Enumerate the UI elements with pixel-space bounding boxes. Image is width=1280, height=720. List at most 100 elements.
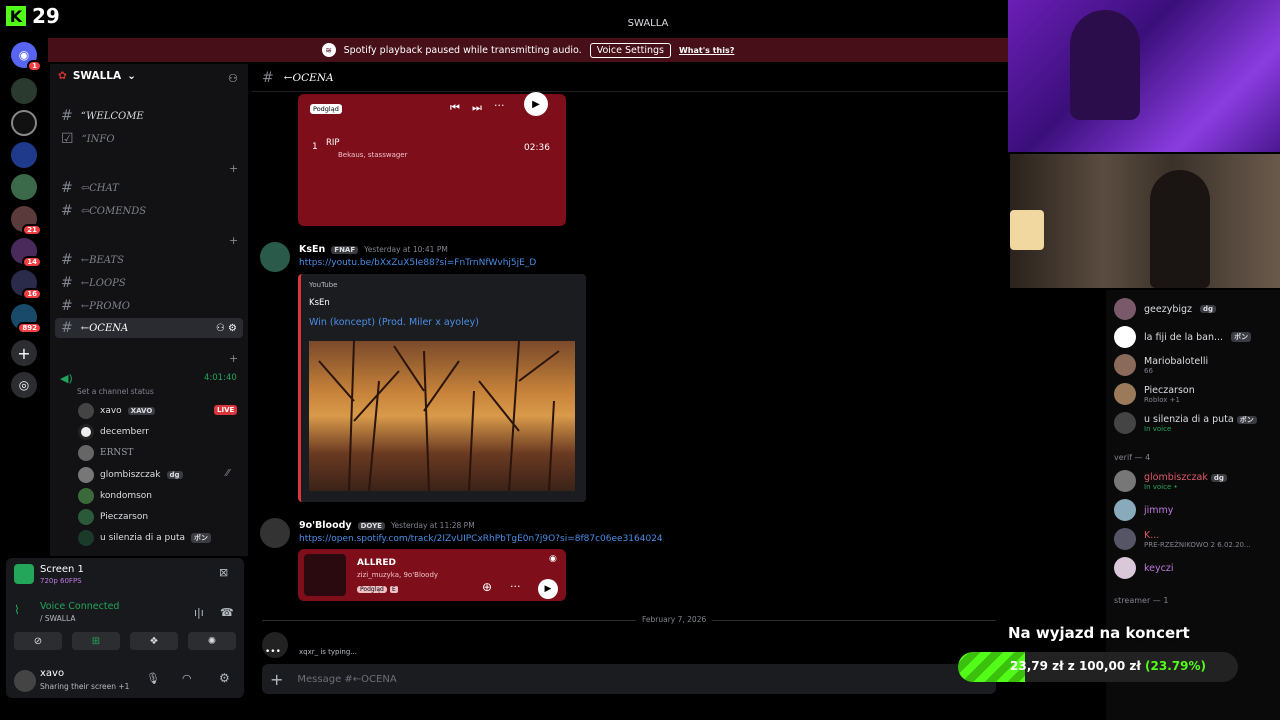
goal-current: 23,79 zł [1010,659,1064,673]
channel-status-prompt[interactable]: Set a channel status [77,387,154,396]
track-artists: Bekaus, stasswager [338,151,408,159]
screen-share-button[interactable]: ⊞ [72,632,120,650]
soundboard-button[interactable]: ✺ [188,632,236,650]
voice-settings-button[interactable]: Voice Settings [589,42,671,58]
hash-icon: # [61,252,73,268]
video-thumbnail[interactable] [309,340,575,492]
member-item[interactable]: keyczi [1114,557,1173,579]
composer-placeholder[interactable]: Message #←OCENA [297,674,396,685]
server-badge: 16 [22,288,42,300]
member-item[interactable]: glombiszczak dg In voice • [1114,470,1227,492]
add-to-library-icon[interactable]: ⊕ [482,580,492,594]
channel-promo[interactable]: # ←PROMO [55,296,243,316]
member-item[interactable]: geezybigz dg [1114,298,1217,320]
member-item[interactable]: jimmy [1114,499,1173,521]
attach-plus-icon[interactable]: + [270,670,283,689]
stop-stream-icon[interactable]: ⊠ [219,566,228,579]
voice-user-name: u silenzia di a puta [100,533,186,543]
channel-comends[interactable]: # ⇦COMENDS [55,201,243,221]
voice-connected-label[interactable]: Voice Connected [40,601,119,612]
voice-user[interactable]: kondomson [78,488,152,504]
voice-user-name: glombiszczak [100,470,161,480]
avatar[interactable] [260,242,290,272]
server-icon[interactable] [11,78,37,104]
add-channel-icon[interactable]: + [229,352,238,365]
voice-user[interactable]: ERNST [78,445,133,461]
server-header[interactable]: ✿ SWALLA ⌄ [58,70,136,82]
server-folder-icon[interactable] [11,174,37,200]
server-badge: 892 [17,322,42,334]
track-title[interactable]: RIP [326,138,340,148]
voice-user[interactable]: glombiszczak dg [78,467,183,483]
microphone-icon[interactable]: 🎙 [146,672,160,685]
avatar [78,509,94,525]
channel-welcome[interactable]: # “WELCOME [55,106,243,126]
avatar[interactable] [14,670,36,692]
voice-user[interactable]: decemberr [78,424,149,440]
noise-suppression-icon[interactable]: ı|ı [194,606,204,619]
message-link[interactable]: https://youtu.be/bXxZuX5Ie88?si=FnTrnNfW… [299,258,536,268]
camera-off-button[interactable]: ⊘ [14,632,62,650]
embed-author[interactable]: KsEn [309,298,330,308]
voice-user[interactable]: Pieczarson [78,509,148,525]
preview-badge: Podgląd [357,586,387,593]
play-button[interactable]: ▶ [524,92,548,116]
channel-beats[interactable]: # ←BEATS [55,250,243,270]
discord-home-icon[interactable]: ◉ 1 [11,42,42,72]
server-folder-icon[interactable]: 14 [11,238,42,268]
more-options-icon[interactable]: ··· [494,99,505,112]
member-item[interactable]: u silenzia di a puta ポン In voice [1114,412,1257,434]
server-icon[interactable] [11,142,37,168]
server-folder-icon[interactable]: 892 [11,304,42,334]
member-item[interactable]: la fiji de la ban... ポン [1114,326,1252,348]
voice-user[interactable]: u silenzia di a puta ポン [78,530,212,546]
add-channel-icon[interactable]: + [229,162,238,175]
play-button[interactable]: ▶ [538,579,558,599]
channel-loops[interactable]: # ←LOOPS [55,273,243,293]
chat-channel-name: ←OCENA [283,71,334,84]
add-server-icon[interactable]: + [11,340,37,366]
whats-this-link[interactable]: What's this? [679,46,734,55]
more-options-icon[interactable]: ··· [510,580,521,593]
member-activity: Roblox +1 [1144,395,1180,404]
next-track-icon[interactable]: ⏭ [472,101,482,115]
server-icon[interactable] [11,110,37,136]
settings-gear-icon[interactable]: ⚙ [219,671,230,685]
server-folder-icon[interactable]: 21 [11,206,42,236]
headphones-icon[interactable]: ◠ [182,672,192,685]
channel-ocena[interactable]: # ←OCENA ⚇ ⚙ [55,318,243,338]
avatar [78,530,94,546]
avatar [78,403,94,419]
server-icon: ✿ [58,70,67,82]
date-divider-line [262,620,996,621]
track-title[interactable]: ALLRED [357,558,396,568]
previous-track-icon[interactable]: ⏮ [450,101,460,115]
message-header: 9o'Bloody DOYE Yesterday at 11:28 PM [299,520,475,531]
activities-button[interactable]: ❖ [130,632,178,650]
voice-channel-icon[interactable]: ◀) [60,372,73,385]
invite-and-settings-icon[interactable]: ⚇ ⚙ [216,323,237,334]
discover-icon[interactable]: ◎ [11,372,37,398]
signal-icon[interactable]: ⌇ [14,603,20,617]
member-item[interactable]: Pieczarson Roblox +1 [1114,383,1195,405]
add-channel-icon[interactable]: + [229,234,238,247]
channel-chat[interactable]: # ⇦CHAT [55,178,243,198]
channel-name: ←LOOPS [80,277,126,289]
disconnect-icon[interactable]: ☎ [220,606,234,619]
member-name: u silenzia di a puta [1144,413,1234,425]
voice-user[interactable]: xavo XAVO [78,403,156,419]
server-folder-icon[interactable]: 16 [11,270,42,300]
member-item[interactable]: K... PRE-RZEŻNIKOWO 2 6.02.20... [1114,528,1251,550]
author-name[interactable]: KsEn [299,244,325,255]
add-member-icon[interactable]: ⚇ [228,72,238,85]
message-composer[interactable]: + Message #←OCENA [262,664,996,694]
author-name[interactable]: 9o'Bloody [299,520,352,531]
member-item[interactable]: Mariobalotelli 66 [1114,354,1208,376]
channel-name: ⇦CHAT [80,182,119,194]
message-link[interactable]: https://open.spotify.com/track/2IZvUIPCx… [299,534,663,544]
channel-info[interactable]: ☑ “INFO [55,129,243,149]
voice-timer: 4:01:40 [204,373,237,383]
voice-user-name: xavo [100,406,122,416]
avatar[interactable] [260,518,290,548]
embed-title[interactable]: Win (koncept) (Prod. Miler x ayoley) [309,317,479,328]
